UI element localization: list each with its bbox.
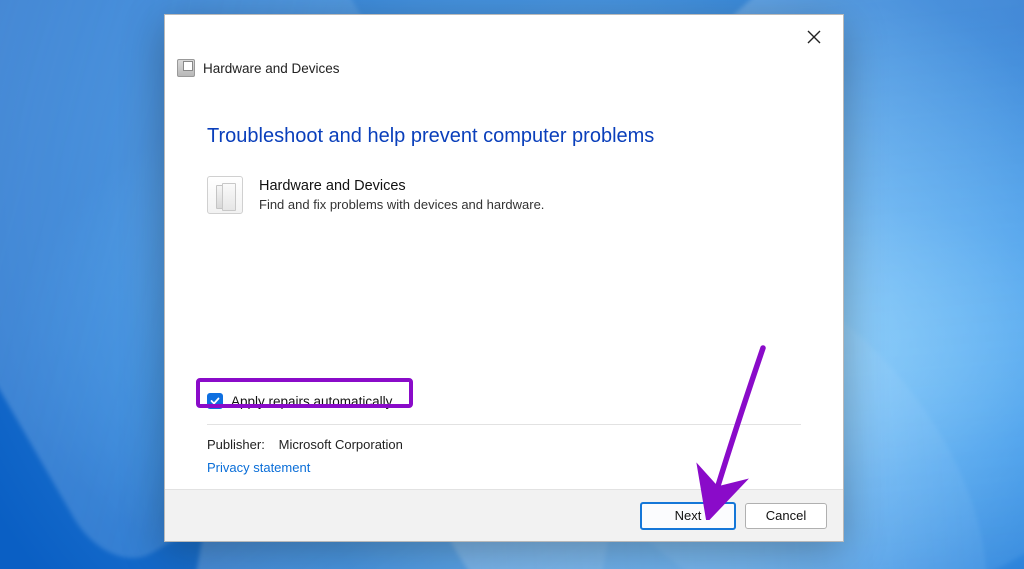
- troubleshooter-dialog: Hardware and Devices Troubleshoot and he…: [164, 14, 844, 542]
- dialog-footer: Next Cancel: [165, 489, 843, 541]
- apply-repairs-checkbox[interactable]: [207, 393, 223, 409]
- troubleshooter-detail: Hardware and Devices Find and fix proble…: [207, 176, 801, 214]
- detail-description: Find and fix problems with devices and h…: [259, 197, 544, 212]
- cancel-button[interactable]: Cancel: [745, 503, 827, 529]
- checkmark-icon: [210, 396, 220, 406]
- publisher-row: Publisher: Microsoft Corporation: [207, 437, 801, 452]
- detail-text: Hardware and Devices Find and fix proble…: [259, 176, 544, 212]
- main-heading: Troubleshoot and help prevent computer p…: [207, 125, 801, 148]
- hardware-icon: [207, 176, 243, 214]
- window-title: Hardware and Devices: [203, 61, 340, 76]
- titlebar: [165, 15, 843, 59]
- checkbox-label: Apply repairs automatically: [231, 394, 392, 409]
- close-icon: [807, 30, 821, 44]
- window-header: Hardware and Devices: [165, 59, 843, 97]
- close-button[interactable]: [799, 22, 829, 52]
- detail-title: Hardware and Devices: [259, 178, 544, 194]
- dialog-content: Troubleshoot and help prevent computer p…: [165, 97, 843, 489]
- privacy-statement-link[interactable]: Privacy statement: [207, 460, 801, 475]
- apply-repairs-checkbox-row[interactable]: Apply repairs automatically: [202, 388, 400, 414]
- publisher-value: Microsoft Corporation: [279, 437, 403, 452]
- next-button[interactable]: Next: [640, 502, 736, 530]
- publisher-label: Publisher:: [207, 437, 275, 452]
- troubleshooter-icon: [177, 59, 195, 77]
- separator: [207, 424, 801, 425]
